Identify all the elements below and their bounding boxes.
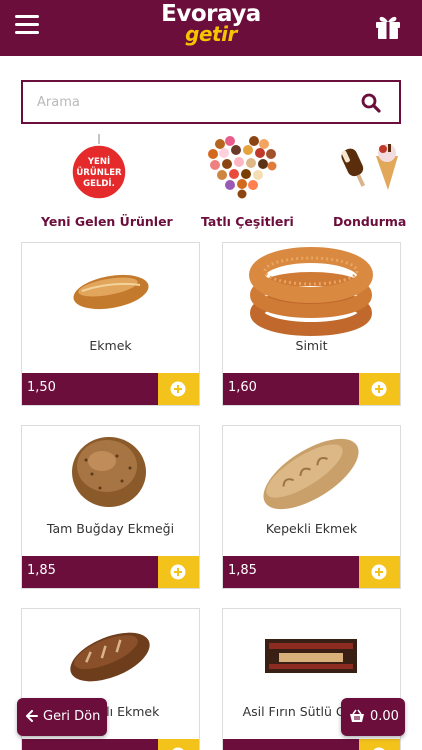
add-to-cart-button[interactable] bbox=[359, 739, 400, 750]
product-price-bar: 1,50 bbox=[22, 373, 199, 405]
product-name: Simit bbox=[295, 338, 328, 353]
cavdarli-image bbox=[70, 632, 150, 682]
product-name: Kepekli Ekmek bbox=[265, 521, 358, 536]
simit-image bbox=[249, 247, 373, 336]
logo-text-getir: getir bbox=[185, 22, 237, 46]
back-button[interactable]: Geri Dön bbox=[17, 698, 107, 736]
back-button-label: Geri Dön bbox=[43, 709, 101, 724]
product-price-bar: 1,60 bbox=[223, 373, 400, 405]
app-logo[interactable]: Evoraya getir bbox=[156, 2, 266, 52]
add-to-cart-button[interactable] bbox=[359, 556, 400, 588]
category-label: Tatlı Çeşitleri bbox=[201, 214, 294, 229]
tam-bugday-image bbox=[72, 437, 146, 507]
cart-button[interactable]: 0.00 bbox=[341, 698, 405, 736]
add-to-cart-button[interactable] bbox=[158, 373, 199, 405]
category-tatli[interactable]: Tatlı Çeşitleri bbox=[200, 128, 310, 234]
product-name: Ekmek bbox=[89, 338, 132, 353]
plus-circle-icon bbox=[170, 381, 186, 397]
product-name: Tam Buğday Ekmeği bbox=[46, 521, 175, 536]
new-products-badge-icon: YENİ ÜRÜNLER GELDİ. bbox=[71, 134, 127, 200]
add-to-cart-button[interactable] bbox=[158, 739, 199, 750]
category-dondurma[interactable]: Dondurma bbox=[332, 128, 422, 234]
add-to-cart-button[interactable] bbox=[158, 556, 199, 588]
product-card-ekmek[interactable]: Ekmek 1,50 bbox=[21, 242, 200, 406]
badge-line-1: YENİ bbox=[87, 156, 110, 167]
product-price: 1,50 bbox=[27, 380, 56, 395]
product-price: 1,85 bbox=[228, 563, 257, 578]
top-bar: Evoraya getir bbox=[0, 0, 422, 56]
product-card-tam-bugday[interactable]: Tam Buğday Ekmeği 1,85 bbox=[21, 425, 200, 589]
product-price-bar bbox=[22, 739, 199, 750]
app-screen: Evoraya getir YENİ ÜRÜNLE bbox=[0, 0, 422, 750]
category-strip: YENİ ÜRÜNLER GELDİ. Yeni Gelen Ürünler T… bbox=[0, 128, 422, 234]
category-label: Dondurma bbox=[333, 214, 407, 229]
search-icon[interactable] bbox=[361, 93, 381, 113]
add-to-cart-button[interactable] bbox=[359, 373, 400, 405]
sweets-heart-icon bbox=[208, 136, 277, 199]
search-bar bbox=[21, 80, 401, 124]
kepekli-image bbox=[263, 438, 359, 510]
product-card-simit[interactable]: Simit 1,60 bbox=[222, 242, 401, 406]
product-price: 1,60 bbox=[228, 380, 257, 395]
ice-cream-icon bbox=[341, 144, 398, 190]
plus-circle-icon bbox=[371, 564, 387, 580]
product-price-bar: 1,85 bbox=[223, 556, 400, 588]
search-input[interactable] bbox=[37, 90, 337, 114]
gift-icon[interactable] bbox=[374, 14, 402, 40]
product-price: 1,85 bbox=[27, 563, 56, 578]
plus-circle-icon bbox=[170, 564, 186, 580]
asil-firin-image bbox=[265, 639, 357, 673]
plus-circle-icon bbox=[371, 381, 387, 397]
badge-line-2: ÜRÜNLER bbox=[76, 167, 122, 178]
badge-line-3: GELDİ. bbox=[83, 178, 115, 189]
ekmek-image bbox=[73, 274, 149, 310]
category-label: Yeni Gelen Ürünler bbox=[41, 214, 173, 229]
basket-icon bbox=[350, 709, 364, 722]
product-card-kepekli[interactable]: Kepekli Ekmek 1,85 bbox=[222, 425, 401, 589]
arrow-left-icon bbox=[26, 710, 38, 722]
product-price-bar bbox=[223, 739, 400, 750]
cart-total: 0.00 bbox=[370, 709, 399, 724]
product-price-bar: 1,85 bbox=[22, 556, 199, 588]
hamburger-icon[interactable] bbox=[15, 13, 41, 37]
category-yeni-gelen[interactable]: YENİ ÜRÜNLER GELDİ. Yeni Gelen Ürünler bbox=[40, 128, 173, 234]
